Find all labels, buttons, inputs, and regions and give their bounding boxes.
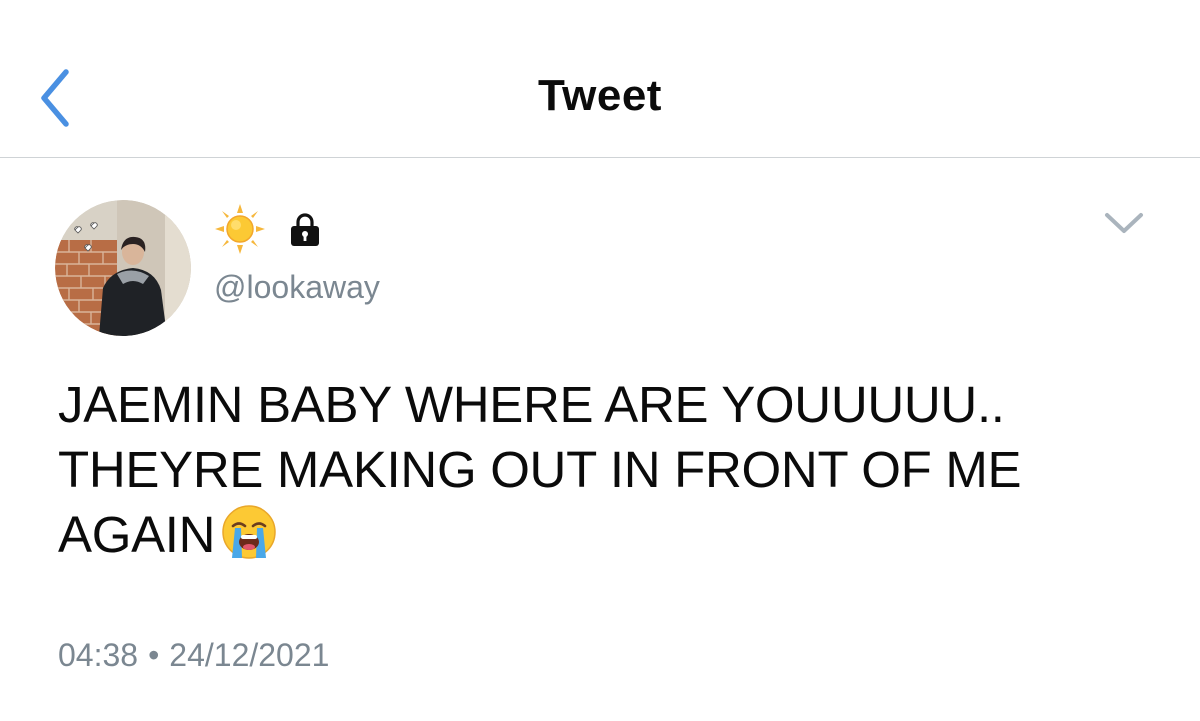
tweet-text-fragment: AGAIN <box>58 506 216 563</box>
sun-emoji-icon <box>214 203 266 260</box>
avatar[interactable] <box>55 200 191 336</box>
tweet-text: JAEMIN BABY WHERE ARE YOUUUUU.. THEYRE M… <box>58 372 1168 575</box>
tweet-text-line: THEYRE MAKING OUT IN FRONT OF ME <box>58 441 1022 498</box>
user-handle[interactable]: @lookaway <box>214 266 380 308</box>
nav-header: Tweet <box>0 0 1200 158</box>
tweet-text-line: JAEMIN BABY WHERE ARE YOUUUUU.. <box>58 376 1005 433</box>
tweet-date: 24/12/2021 <box>169 637 330 673</box>
loudly-crying-face-emoji-icon <box>221 504 277 575</box>
tweet-timestamp: 04:38 • 24/12/2021 <box>58 634 329 676</box>
tweet-text-line: AGAIN <box>58 502 1168 575</box>
more-options-button[interactable] <box>1096 200 1152 246</box>
separator-dot: • <box>148 637 160 673</box>
tweet-detail-screen: Tweet @lookaway JAEMIN BABY WHERE ARE YO… <box>0 0 1200 721</box>
display-name[interactable] <box>214 203 322 256</box>
lock-icon <box>288 211 322 252</box>
tweet-time: 04:38 <box>58 637 139 673</box>
page-title: Tweet <box>538 71 662 120</box>
profile-photo <box>55 200 191 336</box>
chevron-down-icon <box>1105 213 1143 233</box>
